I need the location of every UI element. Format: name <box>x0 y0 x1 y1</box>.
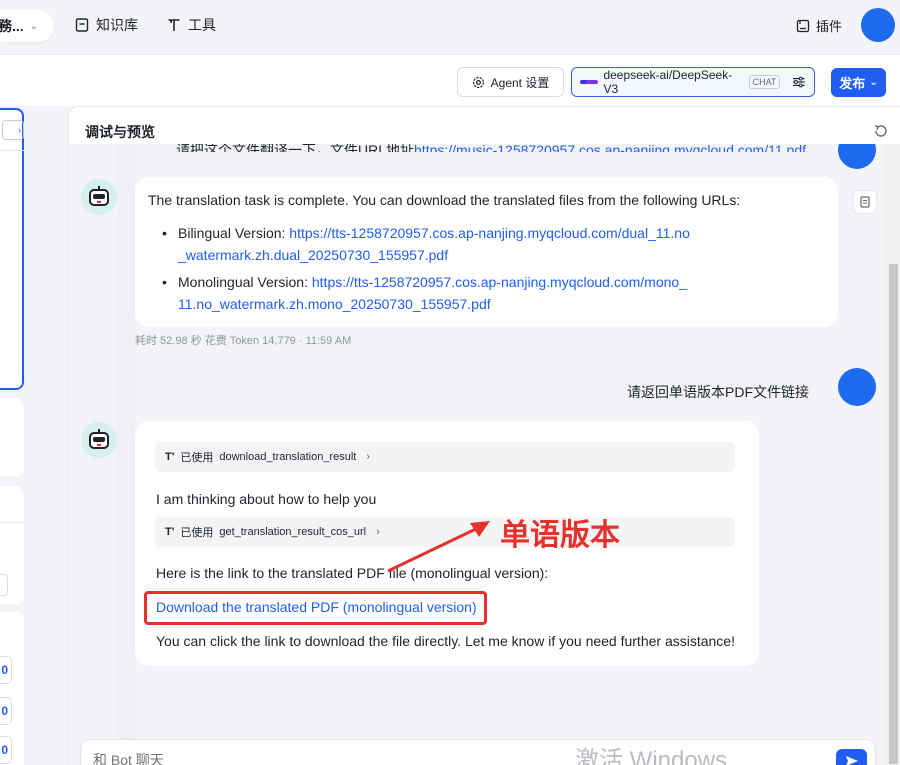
send-button[interactable] <box>836 749 867 765</box>
chevron-down-icon: ⌄ <box>869 77 878 88</box>
tool-icon: T' <box>165 526 175 538</box>
bilingual-label: Bilingual Version: <box>178 225 290 241</box>
debug-preview-panel: 调试与预览 请把这个文件翻译一下，文件URL地址https://music-12… <box>68 106 900 765</box>
left-variable-button[interactable]: 0 <box>0 736 12 764</box>
left-section-block <box>0 398 24 476</box>
annotation-highlight-box <box>144 591 487 625</box>
section-divider <box>0 522 24 523</box>
gear-icon <box>472 76 484 88</box>
tool-icon <box>168 19 180 31</box>
annotation-label: 单语版本 <box>500 518 620 553</box>
bot-avatar <box>81 179 117 215</box>
robot-icon <box>89 186 109 206</box>
scrollbar-thumb[interactable] <box>889 264 898 764</box>
windows-activation-watermark: 激活 Windows <box>575 747 728 765</box>
bot-message-bubble: The translation task is complete. You ca… <box>135 177 838 327</box>
nav-tools[interactable]: 工具 <box>166 15 216 35</box>
plugin-label: 插件 <box>816 19 843 34</box>
message-meta: 耗时 52.98 秒 花费 Token 14,779 · 11:59 AM <box>135 335 352 347</box>
workspace-selector[interactable]: 務... ⌄ <box>0 10 54 42</box>
left-input-field[interactable] <box>0 574 8 596</box>
model-selector[interactable]: deepseek-ai/DeepSeek-V3 CHAT <box>571 67 815 97</box>
panel-action-button[interactable]: › <box>2 120 24 140</box>
workspace-label: 務... <box>0 18 24 34</box>
sliders-icon[interactable] <box>792 75 806 89</box>
closing-text: You can click the link to download the f… <box>156 633 735 649</box>
tool-used-prefix: 已使用 <box>180 452 214 464</box>
tool-icon: T' <box>165 451 175 463</box>
tool-call-chip[interactable]: T' 已使用 download_translation_result › <box>155 442 735 472</box>
document-icon <box>860 196 870 208</box>
bot-thinking-text: I am thinking about how to help you <box>156 491 377 507</box>
save-icon <box>796 19 810 32</box>
send-icon <box>845 756 858 765</box>
chevron-down-icon: ⌄ <box>29 20 39 32</box>
user-message-link[interactable]: https://music-1258720957.cos.ap-nanjing.… <box>414 144 806 152</box>
left-section-block <box>0 486 24 604</box>
annotation-arrow-icon <box>387 521 490 573</box>
user-message-text: 请把这个文件翻译一下，文件URL地址 <box>176 144 415 152</box>
tool-used-prefix: 已使用 <box>180 527 214 539</box>
tool-name: download_translation_result <box>219 451 357 463</box>
user-message-text: 请返回单语版本PDF文件链接 <box>627 384 809 400</box>
book-icon <box>75 18 89 32</box>
agent-settings-label: Agent 设置 <box>490 75 550 90</box>
publish-button[interactable]: 发布 ⌄ <box>831 68 886 97</box>
robot-icon <box>89 429 109 449</box>
user-avatar[interactable] <box>861 8 895 42</box>
plugin-button[interactable]: 插件 <box>796 16 842 35</box>
refresh-icon[interactable] <box>873 123 889 139</box>
top-nav-bar: 務... ⌄ 知识库 工具 插件 <box>0 0 900 54</box>
chat-gutter <box>117 144 135 765</box>
copy-button[interactable] <box>853 190 877 214</box>
bot-message-intro: The translation task is complete. You ca… <box>148 192 741 208</box>
preview-title: 调试与预览 <box>85 124 155 140</box>
chat-input[interactable] <box>93 752 493 765</box>
download-links-list: Bilingual Version: https://tts-125872095… <box>162 222 692 320</box>
monolingual-label: Monolingual Version: <box>178 274 312 290</box>
agent-settings-button[interactable]: Agent 设置 <box>457 67 564 97</box>
list-item: Bilingual Version: https://tts-125872095… <box>162 222 692 266</box>
tool-name: get_translation_result_cos_url <box>219 526 367 538</box>
chevron-right-icon: › <box>366 451 370 463</box>
user-avatar <box>838 144 876 169</box>
nav-knowledge-base[interactable]: 知识库 <box>74 15 138 35</box>
left-variable-button[interactable]: 0 <box>0 656 12 684</box>
chat-input-bar[interactable] <box>80 739 876 765</box>
left-variable-button[interactable]: 0 <box>0 697 12 725</box>
chat-area: 请把这个文件翻译一下，文件URL地址https://music-12587209… <box>69 144 900 765</box>
bot-avatar <box>81 422 117 458</box>
nav-tools-label: 工具 <box>188 17 216 33</box>
model-type-badge: CHAT <box>748 75 781 89</box>
editor-toolbar: Agent 设置 deepseek-ai/DeepSeek-V3 CHAT 发布… <box>0 54 900 106</box>
nav-knowledge-base-label: 知识库 <box>96 17 138 33</box>
user-message-truncated: 请把这个文件翻译一下，文件URL地址https://music-12587209… <box>176 144 816 152</box>
publish-label: 发布 <box>839 76 866 91</box>
user-avatar <box>838 368 876 406</box>
deepseek-logo-icon <box>580 78 598 86</box>
left-config-panel[interactable]: › <box>0 108 24 390</box>
list-item: Monolingual Version: https://tts-1258720… <box>162 271 692 315</box>
model-name: deepseek-ai/DeepSeek-V3 <box>603 68 733 96</box>
panel-divider <box>0 150 24 151</box>
